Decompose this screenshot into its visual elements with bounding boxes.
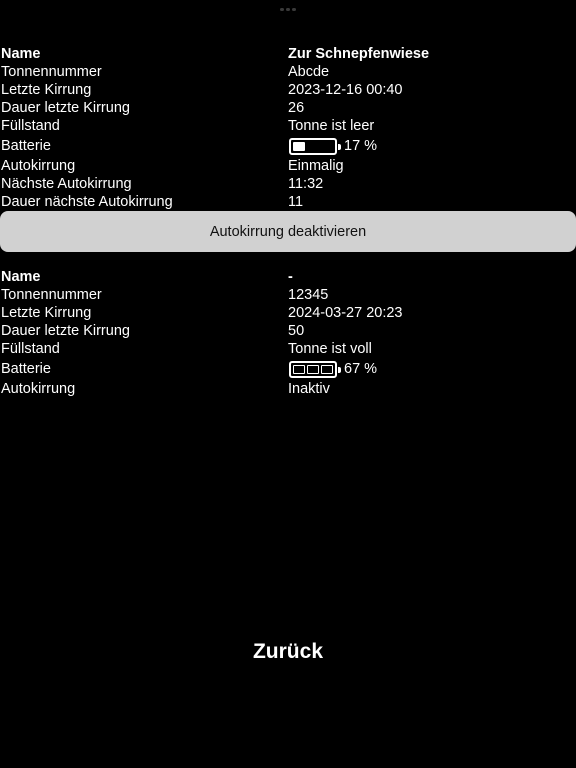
deactivate-autokirrung-button[interactable]: Autokirrung deaktivieren xyxy=(0,211,576,252)
info-value: Zur Schnepfenwiese xyxy=(288,46,430,62)
info-row-autokirrung: Autokirrung Inaktiv xyxy=(0,380,576,398)
info-row-fuellstand: Füllstand Tonne ist leer xyxy=(0,117,576,135)
info-row-tonnennummer: Tonnennummer Abcde xyxy=(0,63,576,81)
info-label: Dauer letzte Kirrung xyxy=(1,323,130,339)
info-label: Autokirrung xyxy=(1,158,76,174)
info-row-autokirrung: Autokirrung Einmalig xyxy=(0,157,576,175)
info-label: Batterie xyxy=(1,361,51,377)
back-button[interactable]: Zurück xyxy=(238,636,338,668)
device-info-1: Name Zur Schnepfenwiese Tonnennummer Abc… xyxy=(0,45,576,211)
info-value: 11:32 xyxy=(288,176,324,192)
info-label: Dauer nächste Autokirrung xyxy=(1,194,173,210)
info-value: 17 % xyxy=(288,137,576,155)
info-row-batterie: Batterie 17 % xyxy=(0,135,576,157)
info-value: Abcde xyxy=(288,64,330,80)
battery-icon xyxy=(289,360,341,378)
info-value: Einmalig xyxy=(288,158,344,174)
info-row-dauer-letzte-kirrung: Dauer letzte Kirrung 26 xyxy=(0,99,576,117)
info-row-name: Name Zur Schnepfenwiese xyxy=(0,45,576,63)
info-label: Letzte Kirrung xyxy=(1,82,92,98)
info-value: 2023-12-16 00:40 xyxy=(288,82,403,98)
info-label: Name xyxy=(1,46,41,62)
info-row-naechste-autokirrung: Nächste Autokirrung 11:32 xyxy=(0,175,576,193)
info-value: 2024-03-27 20:23 xyxy=(288,305,403,321)
info-row-batterie: Batterie 67 % xyxy=(0,358,576,380)
info-row-fuellstand: Füllstand Tonne ist voll xyxy=(0,340,576,358)
info-value: 67 % xyxy=(288,360,576,378)
info-label: Tonnennummer xyxy=(1,287,102,303)
battery-percent: 67 % xyxy=(344,361,378,377)
info-value: Tonne ist voll xyxy=(288,341,372,357)
info-label: Dauer letzte Kirrung xyxy=(1,100,130,116)
info-label: Batterie xyxy=(1,138,51,154)
info-label: Nächste Autokirrung xyxy=(1,176,132,192)
info-row-tonnennummer: Tonnennummer 12345 xyxy=(0,286,576,304)
info-value: 11 xyxy=(288,194,304,210)
battery-icon xyxy=(289,137,341,155)
info-row-dauer-naechste-autokirrung: Dauer nächste Autokirrung 11 xyxy=(0,193,576,211)
info-label: Autokirrung xyxy=(1,381,76,397)
info-value: 26 xyxy=(288,100,305,116)
top-drag-indicator xyxy=(280,8,296,11)
info-row-letzte-kirrung: Letzte Kirrung 2023-12-16 00:40 xyxy=(0,81,576,99)
info-label: Füllstand xyxy=(1,118,60,134)
info-row-dauer-letzte-kirrung: Dauer letzte Kirrung 50 xyxy=(0,322,576,340)
battery-percent: 17 % xyxy=(344,138,378,154)
info-label: Letzte Kirrung xyxy=(1,305,92,321)
info-label: Name xyxy=(1,269,41,285)
device-info-2: Name - Tonnennummer 12345 Letzte Kirrung… xyxy=(0,268,576,398)
info-row-letzte-kirrung: Letzte Kirrung 2024-03-27 20:23 xyxy=(0,304,576,322)
info-value: Inaktiv xyxy=(288,381,330,397)
info-value: 50 xyxy=(288,323,305,339)
info-label: Tonnennummer xyxy=(1,64,102,80)
info-label: Füllstand xyxy=(1,341,60,357)
info-value: Tonne ist leer xyxy=(288,118,375,134)
info-row-name: Name - xyxy=(0,268,576,286)
info-value: 12345 xyxy=(288,287,329,303)
info-value: - xyxy=(288,269,293,285)
